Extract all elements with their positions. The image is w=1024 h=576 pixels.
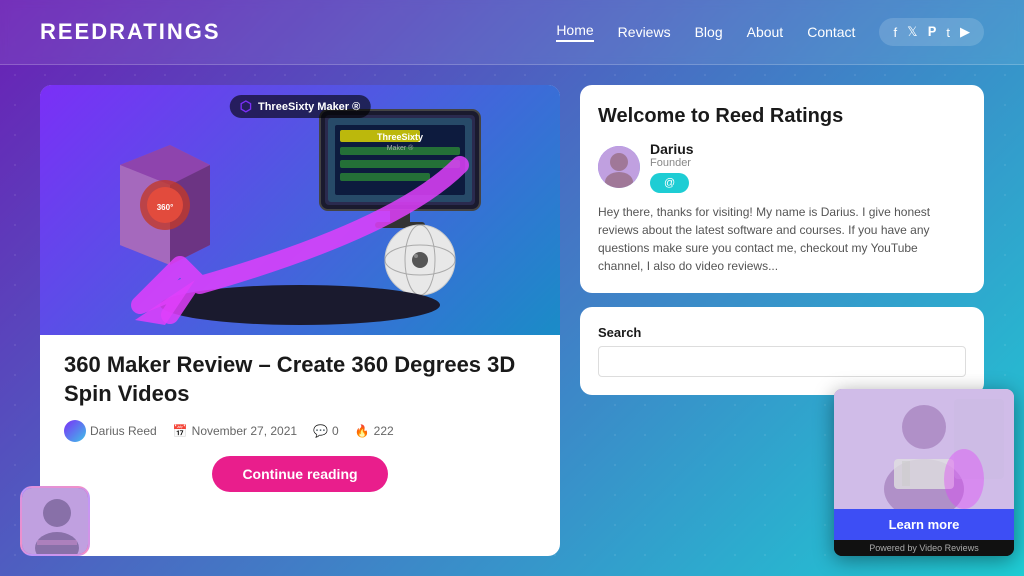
welcome-title: Welcome to Reed Ratings bbox=[598, 103, 966, 129]
continue-reading-button[interactable]: Continue reading bbox=[212, 456, 387, 492]
floating-avatar bbox=[20, 486, 90, 556]
svg-text:360°: 360° bbox=[157, 203, 174, 212]
author-avatar-small bbox=[64, 420, 86, 442]
social-bar: f 𝕏 𝐏 t ▶ bbox=[879, 18, 984, 46]
view-count: 222 bbox=[374, 424, 394, 438]
article-body: 360 Maker Review – Create 360 Degrees 3D… bbox=[40, 335, 560, 508]
article-date: November 27, 2021 bbox=[192, 424, 297, 438]
welcome-description: Hey there, thanks for visiting! My name … bbox=[598, 203, 966, 275]
nav-blog[interactable]: Blog bbox=[695, 24, 723, 40]
date-meta: 📅 November 27, 2021 bbox=[173, 424, 297, 438]
avatar-image bbox=[598, 146, 640, 188]
nav-about[interactable]: About bbox=[747, 24, 784, 40]
search-input[interactable] bbox=[598, 346, 966, 377]
monitor-icon: ThreeSixty Maker ® bbox=[300, 100, 500, 240]
product-display: ThreeSixty Maker ® 360° bbox=[40, 85, 560, 335]
author-role: Founder bbox=[650, 157, 694, 169]
video-person-image bbox=[834, 389, 1014, 509]
comment-icon: 💬 bbox=[313, 424, 328, 438]
pinterest-icon[interactable]: 𝐏 bbox=[928, 24, 937, 40]
tumblr-icon[interactable]: t bbox=[946, 25, 950, 40]
powered-by-label: Powered by Video Reviews bbox=[834, 540, 1014, 556]
site-logo: ReedRatings bbox=[40, 19, 221, 45]
welcome-card: Welcome to Reed Ratings Darius Founder @… bbox=[580, 85, 984, 293]
author-display-name: Darius bbox=[650, 141, 694, 157]
comment-count: 0 bbox=[332, 424, 339, 438]
comments-meta: 💬 0 bbox=[313, 424, 339, 438]
article-hero-image: ThreeSixty Maker ® 360° bbox=[40, 85, 560, 335]
author-name: Darius Reed bbox=[90, 424, 157, 438]
nav-reviews[interactable]: Reviews bbox=[618, 24, 671, 40]
author-avatar bbox=[598, 146, 640, 188]
platform-base bbox=[160, 285, 440, 325]
product-box-icon: 360° bbox=[100, 115, 220, 275]
nav-home[interactable]: Home bbox=[556, 22, 593, 42]
svg-text:Maker ®: Maker ® bbox=[387, 144, 414, 152]
author-meta: Darius Reed bbox=[64, 420, 157, 442]
video-person-display bbox=[834, 389, 1014, 509]
product-label: ⬡ ThreeSixty Maker ® bbox=[230, 95, 371, 118]
twitter-icon[interactable]: 𝕏 bbox=[907, 24, 917, 40]
main-nav: Home Reviews Blog About Contact f 𝕏 𝐏 t … bbox=[556, 18, 984, 46]
article-meta: Darius Reed 📅 November 27, 2021 💬 0 🔥 22… bbox=[64, 420, 536, 442]
follow-button[interactable]: @ bbox=[650, 173, 689, 193]
facebook-icon[interactable]: f bbox=[893, 25, 897, 40]
views-meta: 🔥 222 bbox=[355, 424, 394, 438]
learn-more-button[interactable]: Learn more bbox=[834, 509, 1014, 540]
search-label: Search bbox=[598, 325, 966, 340]
nav-contact[interactable]: Contact bbox=[807, 24, 855, 40]
author-info: Darius Founder @ bbox=[650, 141, 694, 193]
fire-icon: 🔥 bbox=[355, 424, 370, 438]
video-popup: Learn more Powered by Video Reviews bbox=[834, 389, 1014, 556]
author-row: Darius Founder @ bbox=[598, 141, 966, 193]
site-header: ReedRatings Home Reviews Blog About Cont… bbox=[0, 0, 1024, 65]
calendar-icon: 📅 bbox=[173, 424, 188, 438]
camera-ball-icon bbox=[380, 220, 460, 300]
search-card: Search bbox=[580, 307, 984, 395]
video-popup-content bbox=[834, 389, 1014, 509]
svg-text:ThreeSixty: ThreeSixty bbox=[377, 132, 423, 142]
youtube-icon[interactable]: ▶ bbox=[960, 24, 970, 40]
article-card: ThreeSixty Maker ® 360° bbox=[40, 85, 560, 556]
article-title: 360 Maker Review – Create 360 Degrees 3D… bbox=[64, 351, 536, 408]
floating-avatar-image bbox=[22, 488, 90, 556]
